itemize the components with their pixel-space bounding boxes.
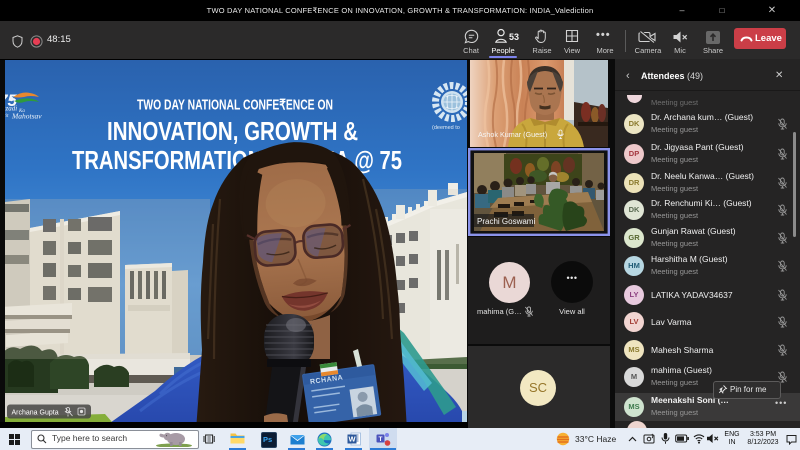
svg-text:Archana Gupta: Archana Gupta [12, 410, 59, 417]
svg-text:(deemed to: (deemed to [432, 125, 460, 131]
svg-text:INNOVATION, GROWTH &: INNOVATION, GROWTH & [107, 116, 358, 146]
svg-text:W: W [348, 435, 356, 444]
svg-text:Prachi Goswami: Prachi Goswami [477, 217, 535, 226]
svg-text:TWO DAY NATIONAL CONFE₹ENCE ON: TWO DAY NATIONAL CONFE₹ENCE ON [137, 98, 333, 114]
svg-text:Ashok Kumar (Guest): Ashok Kumar (Guest) [478, 130, 547, 139]
svg-text:Mahotsav: Mahotsav [11, 112, 42, 121]
svg-text:T: T [379, 436, 383, 443]
